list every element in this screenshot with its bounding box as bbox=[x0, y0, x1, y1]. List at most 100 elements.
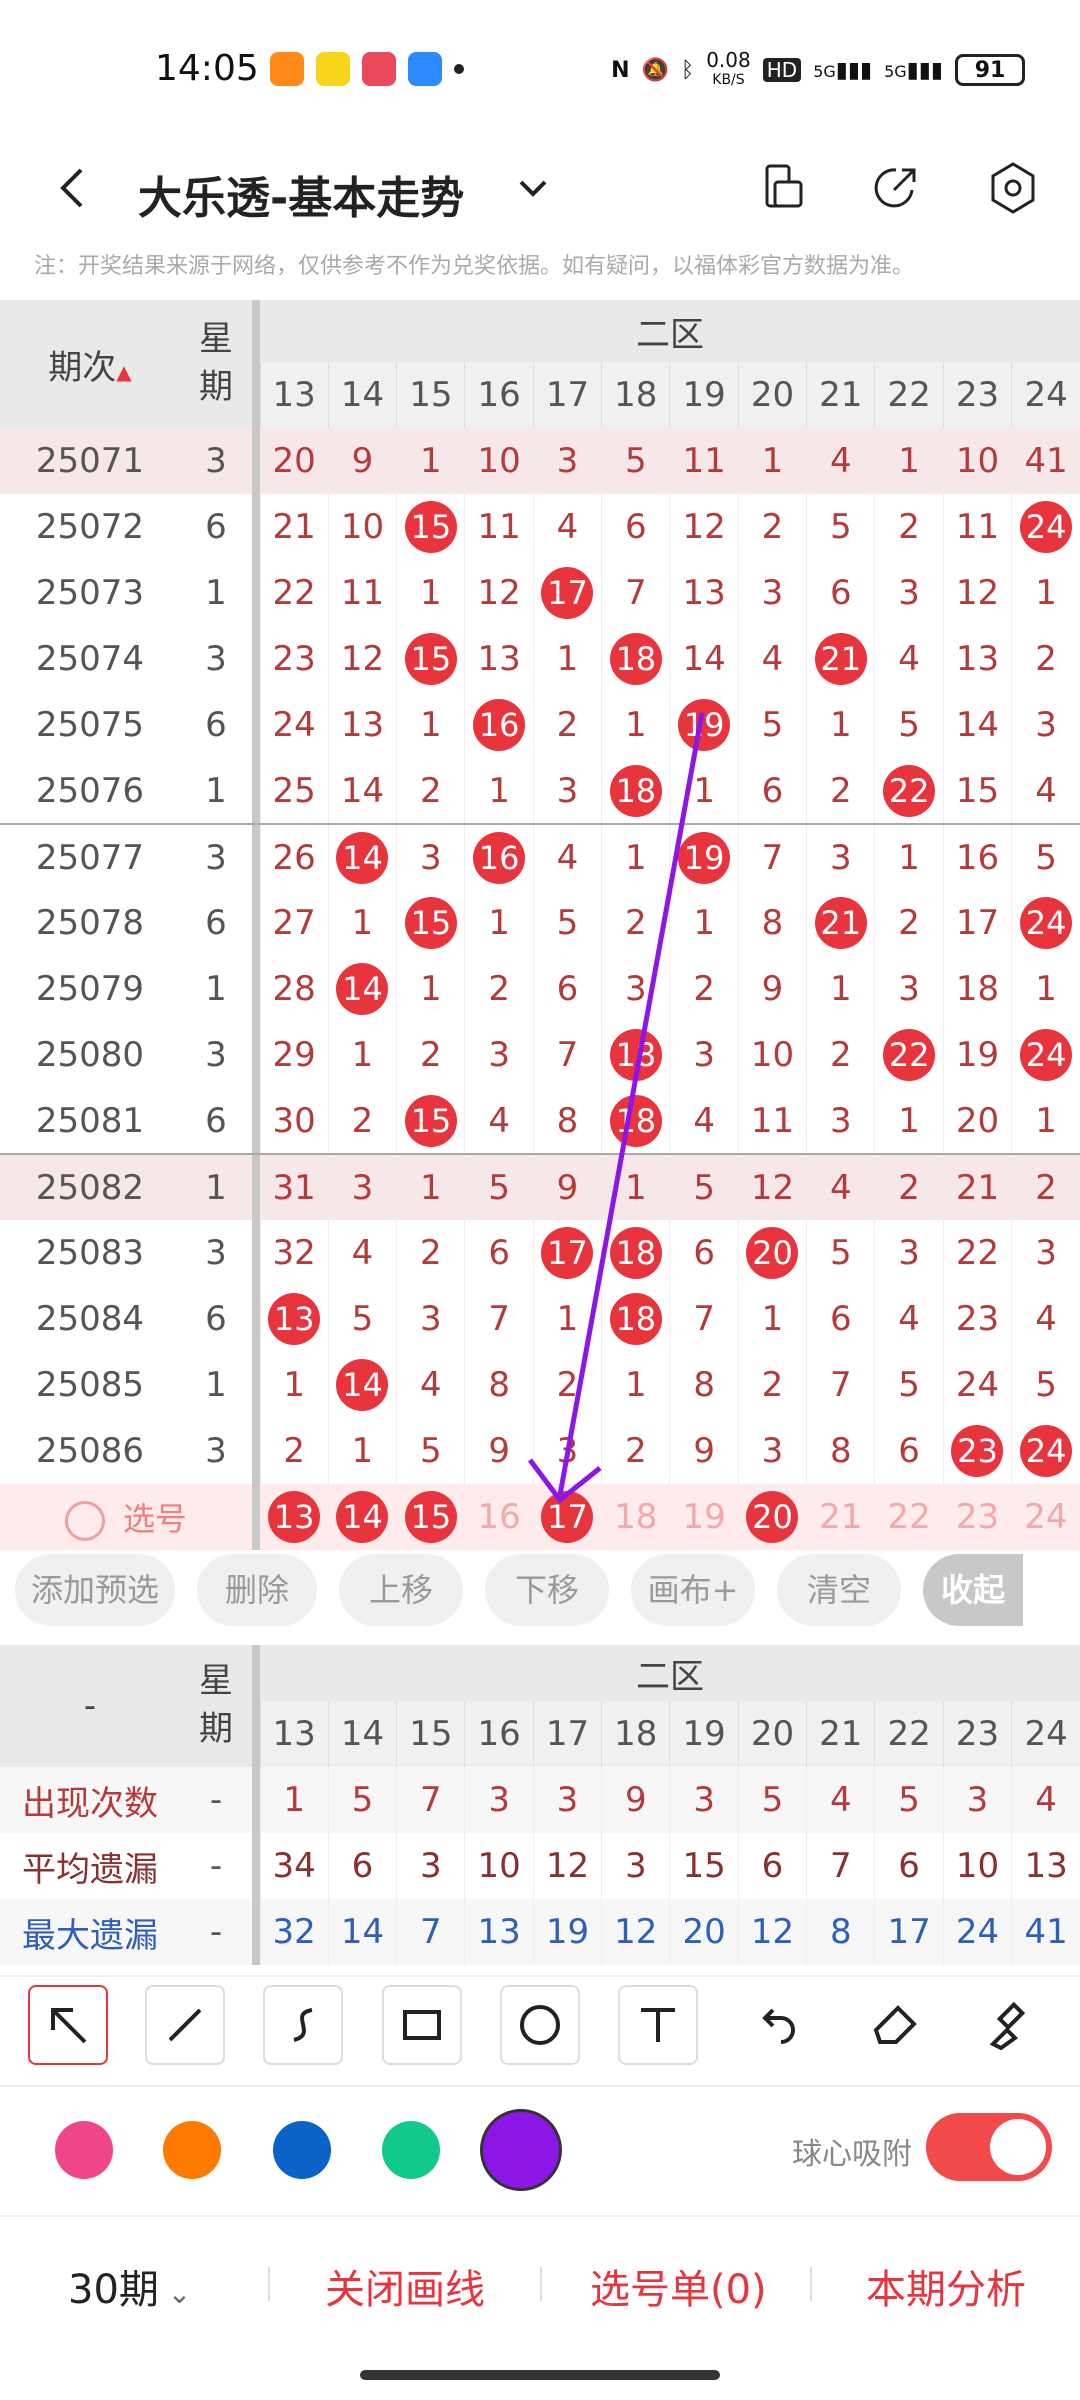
close-draw-button[interactable]: 关闭画线 bbox=[325, 2257, 485, 2315]
action-button[interactable]: 添加预选 bbox=[15, 1554, 175, 1626]
action-button[interactable]: 收起 bbox=[923, 1554, 1023, 1626]
trend-cell: 9 bbox=[669, 1418, 739, 1484]
text-tool-icon[interactable] bbox=[618, 1985, 698, 2065]
radio-icon[interactable] bbox=[64, 1500, 105, 1541]
selected-ball[interactable]: 14 bbox=[336, 1491, 389, 1543]
stats-value: 9 bbox=[601, 1767, 670, 1833]
stats-zone-header: 二区 bbox=[636, 1656, 705, 1697]
trend-cell: 1 bbox=[327, 890, 397, 956]
trend-cell: 1 bbox=[532, 1286, 602, 1352]
miss-count: 1 bbox=[624, 705, 647, 745]
miss-count: 2 bbox=[898, 1167, 920, 1208]
color-swatch-orange[interactable] bbox=[163, 2121, 221, 2179]
table-row: 25083 3 32 4 2 6 17 18 6 20 5 3 22 3 bbox=[0, 1220, 1080, 1286]
action-button[interactable]: 画布+ bbox=[631, 1554, 755, 1626]
rectangle-tool-icon[interactable] bbox=[382, 1985, 462, 2065]
phone-mode-icon[interactable] bbox=[755, 160, 811, 216]
pick-list-button[interactable]: 选号单(0) bbox=[590, 2257, 767, 2315]
stats-column-header: 18 bbox=[601, 1701, 670, 1767]
miss-count: 2 bbox=[556, 705, 579, 745]
miss-count: 18 bbox=[955, 969, 1000, 1009]
app-icon bbox=[408, 52, 442, 86]
miss-count: 7 bbox=[624, 573, 647, 613]
eraser-icon[interactable] bbox=[855, 1985, 935, 2065]
color-swatch-green[interactable] bbox=[382, 2121, 440, 2179]
trend-cell: 5 bbox=[669, 1154, 739, 1220]
color-swatch-blue[interactable] bbox=[273, 2121, 331, 2179]
back-icon[interactable] bbox=[45, 160, 101, 216]
miss-count: 4 bbox=[556, 507, 579, 547]
analysis-button[interactable]: 本期分析 bbox=[866, 2257, 1026, 2315]
status-bar: 14:05 N 🔕 ᛒ 0.08 KB/S HD 5G▮▮▮ 5G▮▮▮ 91 bbox=[0, 0, 1080, 140]
unselected-number[interactable]: 18 bbox=[614, 1497, 657, 1537]
trend-cell: 2 bbox=[737, 494, 807, 560]
trend-cell: 6 bbox=[806, 560, 875, 626]
miss-count: 15 bbox=[955, 770, 1000, 811]
battery-icon: 91 bbox=[955, 54, 1025, 86]
snap-toggle[interactable] bbox=[926, 2113, 1052, 2181]
miss-count: 6 bbox=[898, 1431, 920, 1471]
miss-count: 3 bbox=[829, 1100, 852, 1141]
unselected-number[interactable]: 23 bbox=[956, 1497, 999, 1537]
unselected-number[interactable]: 16 bbox=[478, 1497, 521, 1537]
trend-cell: 10 bbox=[737, 1022, 807, 1088]
miss-count: 6 bbox=[556, 969, 579, 1009]
selected-ball[interactable]: 17 bbox=[541, 1491, 594, 1543]
miss-count: 10 bbox=[340, 507, 385, 547]
table-row: 25084 6 13 5 3 7 1 18 7 1 6 4 23 4 bbox=[0, 1286, 1080, 1352]
action-button[interactable]: 清空 bbox=[777, 1554, 901, 1626]
selected-ball[interactable]: 20 bbox=[746, 1491, 799, 1543]
trend-cell: 3 bbox=[806, 824, 875, 890]
share-icon[interactable] bbox=[868, 160, 924, 216]
stats-value: 12 bbox=[737, 1899, 807, 1965]
trend-cell: 1 bbox=[396, 560, 465, 626]
miss-count: 2 bbox=[898, 903, 920, 943]
trend-cell: 13 bbox=[327, 692, 397, 758]
trend-cell: 24 bbox=[259, 692, 329, 758]
miss-count: 3 bbox=[1035, 1233, 1057, 1273]
sort-icon[interactable]: ▲ bbox=[116, 360, 131, 384]
selected-ball[interactable]: 15 bbox=[404, 1491, 457, 1543]
miss-count: 13 bbox=[340, 705, 385, 745]
trend-cell: 1 bbox=[874, 1088, 944, 1154]
miss-count: 5 bbox=[556, 903, 579, 943]
miss-count: 1 bbox=[420, 705, 442, 745]
stats-column-header: 21 bbox=[806, 1701, 875, 1767]
unselected-number[interactable]: 19 bbox=[683, 1497, 726, 1537]
column-header: 14 bbox=[327, 362, 397, 428]
color-swatch-purple-selected[interactable] bbox=[480, 2109, 562, 2191]
page-title[interactable]: 大乐透-基本走势 bbox=[138, 162, 464, 226]
miss-count: 12 bbox=[340, 639, 385, 679]
trend-cell: 4 bbox=[874, 1286, 944, 1352]
home-indicator[interactable] bbox=[360, 2370, 720, 2380]
action-button[interactable]: 下移 bbox=[485, 1554, 609, 1626]
stats-column-header: 15 bbox=[396, 1701, 465, 1767]
miss-count: 2 bbox=[761, 507, 784, 547]
undo-icon[interactable] bbox=[736, 1985, 816, 2065]
color-swatch-pink[interactable] bbox=[55, 2121, 113, 2179]
selected-ball[interactable]: 13 bbox=[268, 1491, 321, 1543]
action-button[interactable]: 删除 bbox=[197, 1554, 317, 1626]
line-tool-icon[interactable] bbox=[145, 1985, 225, 2065]
clear-brush-icon[interactable] bbox=[970, 1985, 1050, 2065]
trend-cell: 14 bbox=[327, 758, 397, 824]
miss-count: 3 bbox=[761, 1431, 784, 1471]
period-selector[interactable]: 30期 ⌄ bbox=[68, 2257, 191, 2315]
chevron-down-icon[interactable] bbox=[505, 160, 561, 216]
miss-count: 4 bbox=[351, 1233, 374, 1273]
issue-header[interactable]: 期次▲ bbox=[0, 300, 180, 428]
action-button[interactable]: 上移 bbox=[339, 1554, 463, 1626]
circle-tool-icon[interactable] bbox=[500, 1985, 580, 2065]
trend-cell: 3 bbox=[1011, 1220, 1080, 1286]
net-speed-unit: KB/S bbox=[712, 72, 745, 88]
unselected-number[interactable]: 21 bbox=[819, 1497, 862, 1537]
curve-tool-icon[interactable] bbox=[263, 1985, 343, 2065]
unselected-number[interactable]: 22 bbox=[887, 1497, 930, 1537]
trend-cell: 2 bbox=[874, 890, 944, 956]
settings-icon[interactable] bbox=[985, 160, 1041, 216]
miss-count: 3 bbox=[693, 1035, 715, 1075]
arrow-tool-icon[interactable] bbox=[28, 1985, 108, 2065]
unselected-number[interactable]: 24 bbox=[1024, 1497, 1067, 1537]
divider bbox=[268, 2267, 270, 2301]
trend-cell: 23 bbox=[942, 1286, 1012, 1352]
